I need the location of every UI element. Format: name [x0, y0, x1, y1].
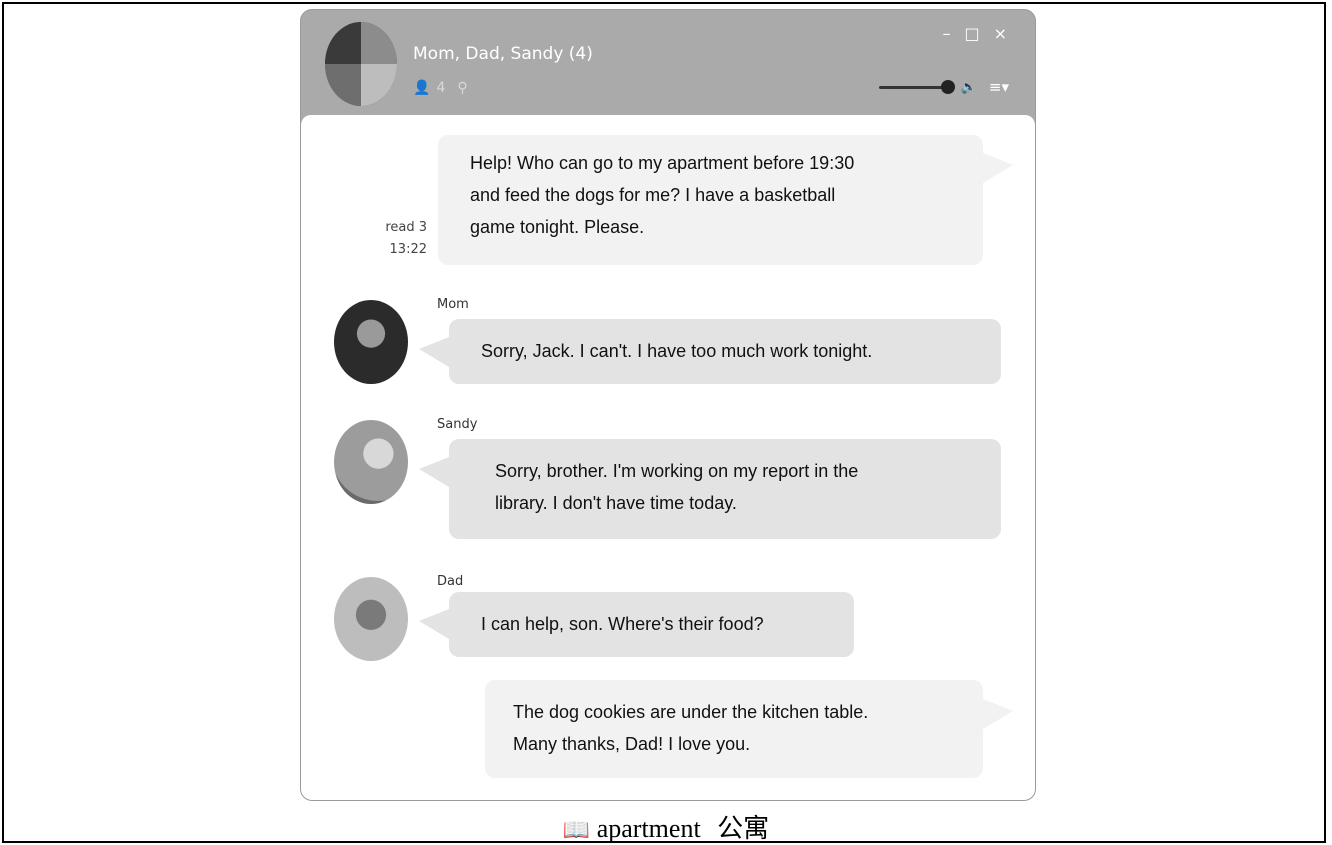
read-info: read 3 13:22: [371, 217, 427, 261]
minimize-button[interactable]: –: [942, 24, 950, 43]
group-avatar[interactable]: [325, 22, 397, 106]
chat-title: Mom, Dad, Sandy (4): [413, 44, 593, 64]
close-button[interactable]: ×: [994, 24, 1007, 43]
message-line: and feed the dogs for me? I have a baske…: [470, 185, 836, 205]
avatar-dad[interactable]: [334, 577, 408, 661]
sender-name: Sandy: [437, 417, 478, 432]
members-icon[interactable]: 👤: [413, 80, 430, 96]
maximize-button[interactable]: □: [964, 24, 979, 43]
speaker-icon[interactable]: 🔈: [961, 80, 977, 95]
bubble-tail: [419, 609, 449, 639]
message-bubble-incoming[interactable]: Sorry, Jack. I can't. I have too much wo…: [449, 319, 1001, 384]
avatar-sandy[interactable]: [334, 420, 408, 504]
message-bubble-outgoing[interactable]: The dog cookies are under the kitchen ta…: [485, 680, 983, 778]
message-line: library. I don't have time today.: [495, 493, 737, 513]
message-bubble-incoming[interactable]: Sorry, brother. I'm working on my report…: [449, 439, 1001, 539]
message-bubble-incoming[interactable]: I can help, son. Where's their food?: [449, 592, 854, 657]
bubble-tail: [983, 153, 1013, 183]
vocabulary-caption: 📖 apartment 公寓: [0, 808, 1332, 845]
message-line: Many thanks, Dad! I love you.: [513, 734, 751, 754]
bubble-tail: [983, 699, 1013, 729]
message-line: I can help, son. Where's their food?: [481, 614, 764, 634]
sender-name: Dad: [437, 574, 464, 589]
message-time: 13:22: [389, 242, 427, 257]
meta-row: 👤 4 ⚲: [413, 80, 468, 96]
bubble-tail: [419, 337, 449, 367]
vocab-translation: 公寓: [717, 814, 770, 843]
sender-name: Mom: [437, 297, 469, 312]
search-icon[interactable]: ⚲: [457, 80, 467, 96]
book-icon: 📖: [562, 817, 591, 842]
read-count: read 3: [385, 220, 427, 235]
menu-icon[interactable]: ≡▾: [989, 78, 1009, 96]
window-controls: – □ ×: [942, 24, 1007, 43]
message-line: The dog cookies are under the kitchen ta…: [513, 702, 869, 722]
volume-slider-knob[interactable]: [940, 79, 955, 94]
chat-area: read 3 13:22 Help! Who can go to my apar…: [301, 115, 1035, 800]
bubble-tail: [419, 457, 449, 487]
message-line: Help! Who can go to my apartment before …: [470, 153, 855, 173]
message-bubble-outgoing[interactable]: Help! Who can go to my apartment before …: [438, 135, 983, 265]
vocab-word: apartment: [596, 814, 701, 843]
message-line: game tonight. Please.: [470, 217, 645, 237]
message-line: Sorry, brother. I'm working on my report…: [495, 461, 859, 481]
message-line: Sorry, Jack. I can't. I have too much wo…: [481, 341, 873, 361]
avatar-mom[interactable]: [334, 300, 408, 384]
volume-row: 🔈 ≡▾: [878, 78, 1009, 96]
chat-window: Mom, Dad, Sandy (4) 👤 4 ⚲ – □ × 🔈 ≡▾ rea…: [300, 9, 1036, 801]
title-bar[interactable]: Mom, Dad, Sandy (4) 👤 4 ⚲ – □ × 🔈 ≡▾: [301, 10, 1035, 115]
volume-slider[interactable]: [878, 79, 955, 94]
member-count: 4: [436, 80, 446, 96]
